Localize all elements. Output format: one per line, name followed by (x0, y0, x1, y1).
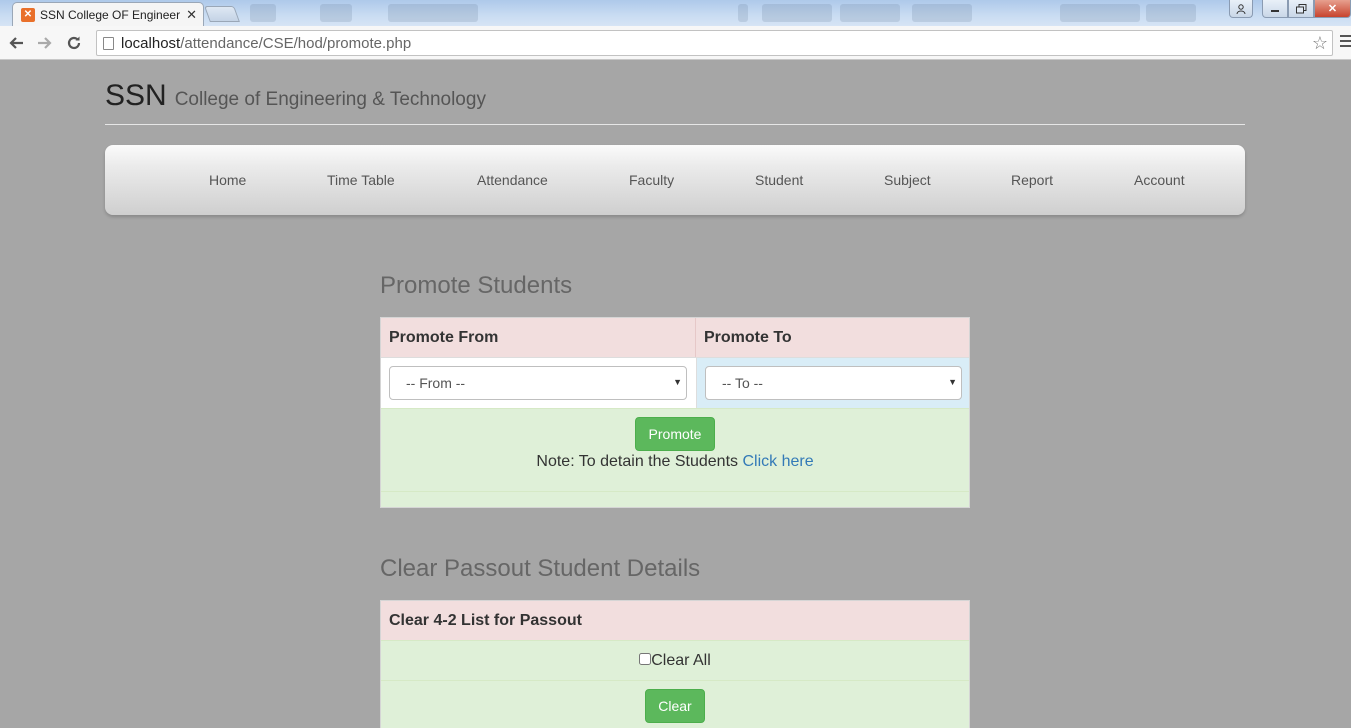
blurred-background-text (762, 4, 832, 22)
promote-to-cell: -- To -- ▼ (696, 357, 969, 408)
detain-click-here-link[interactable]: Click here (742, 453, 813, 470)
tab-title: SSN College OF Engineering (40, 7, 180, 22)
restore-icon[interactable] (1288, 0, 1314, 18)
new-tab-button[interactable] (204, 6, 240, 22)
promote-action-cell: Promote Note: To detain the Students Cli… (381, 408, 969, 507)
chevron-down-icon: ▼ (948, 377, 957, 387)
blurred-background-text (250, 4, 276, 22)
url-text: localhost/attendance/CSE/hod/promote.php (121, 34, 412, 52)
promote-button[interactable]: Promote (635, 417, 715, 451)
blurred-background-text (320, 4, 352, 22)
nav-item-faculty[interactable]: Faculty (629, 172, 674, 188)
clear-table: Clear 4-2 List for Passout Clear All Cle… (380, 600, 970, 728)
clear-button-row: Clear (381, 680, 969, 728)
minimize-icon[interactable] (1262, 0, 1288, 18)
blurred-background-text (840, 4, 900, 22)
nav-item-home[interactable]: Home (209, 172, 246, 188)
brand-subtitle: College of Engineering & Technology (174, 89, 486, 110)
promote-to-select[interactable]: -- To -- ▼ (705, 366, 962, 400)
promote-from-cell: -- From -- ▼ (381, 357, 696, 408)
nav-item-account[interactable]: Account (1134, 172, 1185, 188)
nav-item-subject[interactable]: Subject (884, 172, 931, 188)
chevron-down-icon: ▼ (673, 377, 682, 387)
blurred-background-text (738, 4, 748, 22)
nav-item-attendance[interactable]: Attendance (477, 172, 548, 188)
brand-title: SSN (105, 79, 167, 112)
browser-menu-icon[interactable] (1340, 35, 1351, 50)
detain-note-text: Note: To detain the Students (536, 453, 743, 470)
browser-toolbar: localhost/attendance/CSE/hod/promote.php… (0, 26, 1351, 60)
browser-titlebar: ✕ SSN College OF Engineering ✕ ✕ (0, 0, 1351, 26)
page-content: SSN College of Engineering & Technology H… (0, 61, 1351, 728)
promote-from-header: Promote From (381, 318, 696, 357)
promote-to-value: -- To -- (722, 375, 763, 391)
clear-section-title: Clear Passout Student Details (380, 555, 701, 582)
promote-table: Promote From Promote To -- From -- ▼ -- … (380, 317, 970, 508)
back-arrow-icon[interactable] (5, 32, 27, 54)
site-header: SSN College of Engineering & Technology (105, 79, 1245, 125)
promote-section-title: Promote Students (380, 272, 573, 299)
browser-tab[interactable]: ✕ SSN College OF Engineering ✕ (12, 2, 204, 26)
blurred-background-text (388, 4, 478, 22)
user-profile-icon[interactable] (1229, 0, 1253, 18)
blurred-background-text (912, 4, 972, 22)
detain-note: Note: To detain the Students Click here (381, 453, 969, 471)
forward-arrow-icon[interactable] (34, 32, 56, 54)
window-close-icon[interactable]: ✕ (1314, 0, 1351, 18)
nav-item-time-table[interactable]: Time Table (327, 172, 395, 188)
clear-button[interactable]: Clear (645, 689, 705, 723)
promote-from-value: -- From -- (406, 375, 466, 391)
clear-all-row: Clear All (381, 640, 969, 680)
bookmark-star-icon[interactable]: ☆ (1312, 33, 1328, 54)
clear-list-header: Clear 4-2 List for Passout (381, 601, 969, 640)
promote-to-header: Promote To (696, 318, 969, 357)
row-divider (381, 491, 969, 492)
tab-close-icon[interactable]: ✕ (186, 7, 197, 23)
main-navbar: Home Time Table Attendance Faculty Stude… (105, 145, 1245, 215)
promote-from-select[interactable]: -- From -- ▼ (389, 366, 687, 400)
nav-item-student[interactable]: Student (755, 172, 803, 188)
blurred-background-text (1060, 4, 1140, 22)
address-bar[interactable]: localhost/attendance/CSE/hod/promote.php… (96, 30, 1333, 56)
clear-all-checkbox[interactable] (639, 652, 652, 665)
blurred-background-text (1146, 4, 1196, 22)
page-icon (103, 36, 114, 50)
clear-all-label: Clear All (651, 651, 711, 669)
reload-icon[interactable] (63, 32, 85, 54)
xampp-favicon-icon: ✕ (21, 7, 35, 22)
nav-item-report[interactable]: Report (1011, 172, 1053, 188)
